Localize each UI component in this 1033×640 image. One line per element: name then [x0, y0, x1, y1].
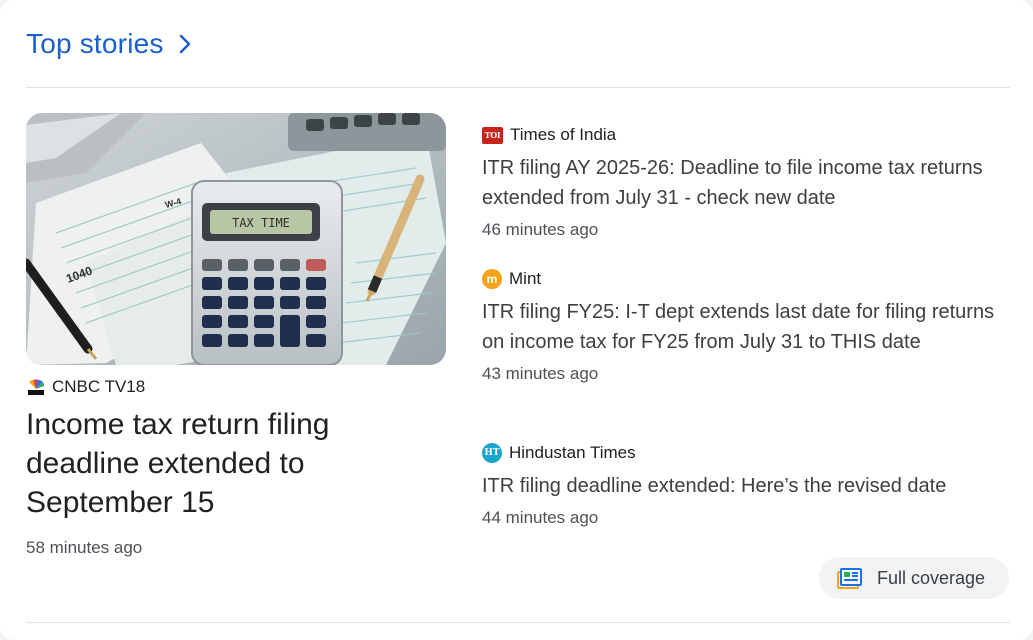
story-source: HT Hindustan Times: [482, 441, 1002, 465]
story-source: m Mint: [482, 267, 1002, 291]
source-name[interactable]: CNBC TV18: [52, 377, 145, 397]
divider: [26, 87, 1010, 88]
section-title[interactable]: Top stories: [26, 28, 164, 60]
full-coverage-button[interactable]: Full coverage: [819, 557, 1009, 599]
story-item[interactable]: m Mint ITR filing FY25: I-T dept extends…: [482, 267, 1002, 384]
calculator-display: TAX TIME: [232, 216, 290, 230]
source-name[interactable]: Times of India: [510, 125, 616, 145]
story-timestamp: 46 minutes ago: [482, 220, 599, 239]
full-coverage-icon: [837, 568, 862, 589]
story-headline[interactable]: ITR filing FY25: I-T dept extends last d…: [482, 297, 1002, 357]
full-coverage-label: Full coverage: [877, 567, 986, 588]
source-name[interactable]: Hindustan Times: [509, 443, 636, 463]
lead-story-source: CNBC TV18: [26, 375, 145, 399]
top-stories-header[interactable]: Top stories: [26, 24, 192, 64]
story-headline[interactable]: ITR filing deadline extended: Here’s the…: [482, 471, 1002, 501]
cnbc-tv18-logo-icon: [28, 379, 45, 395]
lead-story-headline[interactable]: Income tax return filing deadline extend…: [26, 405, 426, 522]
tax-calculator-photo: 1040 W-4 TAX TIME: [26, 113, 446, 365]
story-source: TOI Times of India: [482, 123, 1002, 147]
times-of-india-logo-icon: TOI: [482, 126, 503, 144]
story-timestamp: 58 minutes ago: [26, 538, 143, 557]
story-headline[interactable]: ITR filing AY 2025-26: Deadline to file …: [482, 153, 1002, 213]
divider: [26, 622, 1010, 623]
mint-logo-icon: m: [482, 269, 502, 289]
source-name[interactable]: Mint: [509, 269, 541, 289]
story-timestamp: 44 minutes ago: [482, 508, 599, 527]
hindustan-times-logo-icon: HT: [482, 443, 502, 463]
lead-story-thumbnail[interactable]: 1040 W-4 TAX TIME: [26, 113, 446, 365]
top-stories-card: Top stories 1040 W-4 TAX TIME CNBC TV18 …: [0, 0, 1033, 640]
story-item[interactable]: HT Hindustan Times ITR filing deadline e…: [482, 441, 1002, 528]
story-item[interactable]: TOI Times of India ITR filing AY 2025-26…: [482, 123, 1002, 240]
story-timestamp: 43 minutes ago: [482, 364, 599, 383]
chevron-right-icon: [179, 34, 190, 54]
